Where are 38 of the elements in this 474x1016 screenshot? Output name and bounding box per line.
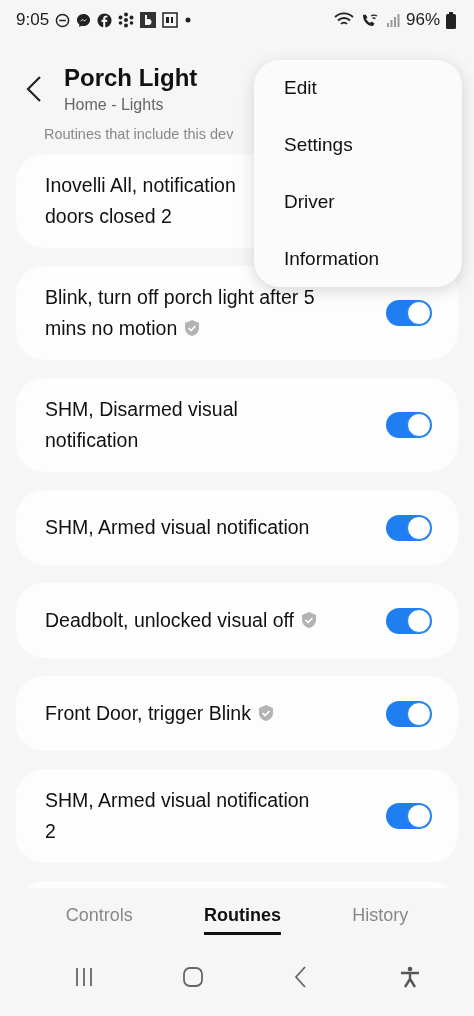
routine-card[interactable]: Front Door, trigger Blink xyxy=(16,676,458,751)
routine-name: Front Door, trigger Blink xyxy=(45,698,275,729)
toggle-switch[interactable] xyxy=(386,700,432,727)
tab[interactable]: Routines xyxy=(204,905,281,935)
toggle-switch[interactable] xyxy=(386,607,432,634)
signal-icon xyxy=(385,13,400,27)
back-icon[interactable] xyxy=(26,75,42,103)
fan-icon xyxy=(118,12,135,28)
toggle-switch[interactable] xyxy=(386,803,432,829)
battery-percent: 96% xyxy=(405,10,440,30)
menu-item[interactable]: Settings xyxy=(284,134,462,157)
device-location: Home - Lights xyxy=(64,96,165,114)
do-not-disturb-icon xyxy=(55,12,71,28)
routine-name: SHM, Armed visual notification 2 xyxy=(45,788,310,844)
toggle-switch[interactable] xyxy=(386,514,432,541)
device-title: Porch Light xyxy=(64,64,198,92)
routine-card[interactable]: Deadbolt, unlocked visual off xyxy=(16,583,458,658)
routine-name: SHM, Armed visual notification xyxy=(45,515,310,540)
routine-name: Blink, turn off porch light after 5 mins no motion xyxy=(45,285,315,341)
chat-bubble-icon xyxy=(76,12,92,28)
calendar-icon xyxy=(162,12,179,28)
battery-icon xyxy=(446,11,456,29)
routine-name: SHM, Disarmed visual notification xyxy=(45,397,238,453)
toggle-switch[interactable] xyxy=(386,412,432,438)
menu-item[interactable]: Edit xyxy=(284,77,462,100)
routine-name: Deadbolt, unlocked visual off xyxy=(45,605,318,636)
toggle-switch[interactable] xyxy=(386,300,432,326)
section-label: Routines that include this dev xyxy=(43,125,235,142)
routine-card[interactable]: Blink, turn off porch light after 5 mins no motion xyxy=(16,266,458,360)
social-f-icon xyxy=(97,12,113,28)
dot-icon xyxy=(184,16,193,24)
home-icon[interactable] xyxy=(180,965,205,989)
square-app-icon xyxy=(140,12,157,28)
routine-card[interactable]: SHM, Disarmed visual notification xyxy=(16,378,458,472)
routine-card[interactable]: SHM, Armed visual notification xyxy=(16,490,458,565)
routine-card[interactable]: SHM, Armed visual notification 2 xyxy=(16,769,458,863)
clock-time: 9:05 xyxy=(16,10,50,30)
routine-name: Inovelli All, notification doors closed 2 xyxy=(45,173,236,229)
